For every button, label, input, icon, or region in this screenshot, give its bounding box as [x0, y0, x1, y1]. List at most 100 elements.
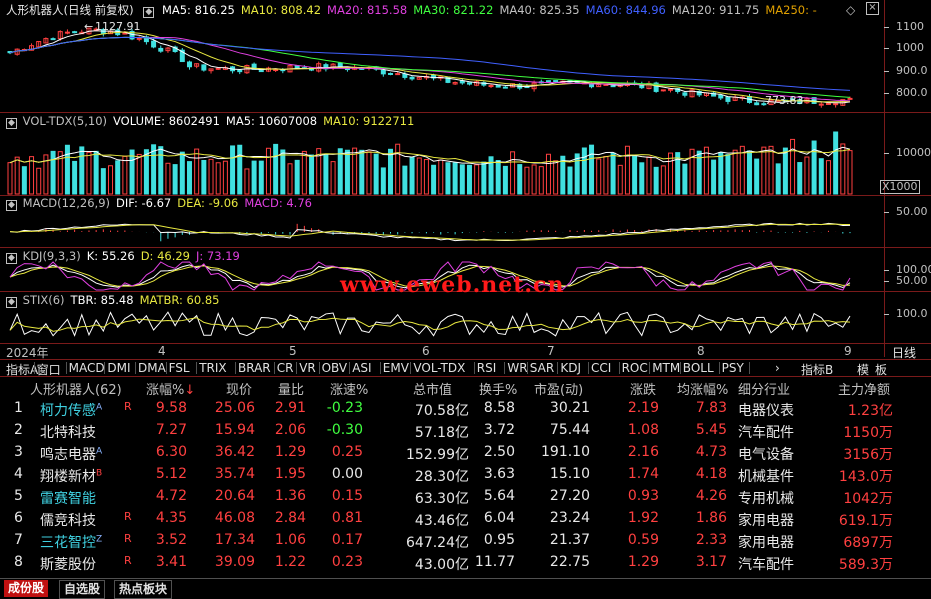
industry: 机械基件	[738, 469, 794, 485]
volume-bar	[215, 162, 221, 195]
toolbar-separator	[379, 362, 381, 374]
row-index: 5	[14, 488, 23, 504]
candle-body	[833, 103, 839, 106]
volume-bar	[531, 164, 537, 195]
price: 39.09	[214, 554, 255, 570]
indicator-tab[interactable]: FSL	[169, 361, 190, 375]
table-row[interactable]: 3 鸣志电器A 6.30 36.42 1.29 0.25 152.99亿 2.50 191.10…	[0, 442, 931, 463]
indicator-tab[interactable]: SAR	[530, 361, 554, 375]
indicator-tab[interactable]: ASI	[352, 361, 371, 375]
col-header-speed[interactable]: 涨速%	[330, 379, 368, 398]
watermark: www.eweb.net.cn	[340, 272, 565, 298]
toolbar-separator	[135, 362, 136, 374]
col-header-volume-ratio[interactable]: 量比	[278, 379, 304, 398]
pe-ratio: 75.44	[549, 422, 590, 438]
main-net-flow: 589.3万	[838, 557, 893, 573]
volume-bar	[818, 158, 824, 195]
col-header-avg[interactable]: 均涨幅%	[677, 379, 728, 398]
pe-ratio: 15.10	[549, 466, 590, 482]
table-row[interactable]: 8 斯菱股份 R 3.41 39.09 1.22 0.23 43.00亿 11.77 22.75 1…	[0, 552, 931, 573]
indicator-tab[interactable]: CCI	[591, 361, 611, 375]
bottom-tab[interactable]: 自选股	[59, 580, 106, 599]
scroll-right-icon[interactable]: ›	[775, 361, 780, 375]
table-row[interactable]: 4 翔楼新材B 5.12 35.74 1.95 0.00 28.30亿 3.63 15.10 1.…	[0, 464, 931, 485]
bottom-tab[interactable]: 热点板块	[114, 580, 173, 599]
toolbar-separator	[296, 362, 298, 374]
table-row[interactable]: 1 柯力传感A R 9.58 25.06 2.91 -0.23 70.58亿 8.58 30.21…	[0, 398, 931, 419]
table-row[interactable]: 2 北特科技 7.27 15.94 2.06 -0.30 57.18亿 3.72 75.44 1.…	[0, 420, 931, 441]
volume-bar	[64, 144, 70, 195]
indicator-tab[interactable]: OBV	[322, 361, 348, 375]
indicator-tab[interactable]: VR	[299, 361, 316, 375]
indicator-tab[interactable]: RSI	[477, 361, 497, 375]
col-header-mcap[interactable]: 总市值	[413, 379, 452, 398]
volume-bar	[273, 143, 279, 195]
col-header-change[interactable]: 涨幅%↓	[146, 379, 195, 398]
indicator-tab[interactable]: ROC	[622, 361, 648, 375]
macd-label: DIF: -6.67	[116, 196, 172, 210]
candle-body	[502, 86, 508, 89]
indicator-tab[interactable]: 窗口	[37, 361, 61, 378]
volume-bar	[438, 159, 444, 195]
volume-bar	[804, 156, 810, 195]
indicator-tab[interactable]: KDJ	[560, 361, 581, 375]
margin-flag: R	[124, 400, 132, 413]
price-tick: 1100	[896, 20, 924, 33]
col-header-turnover[interactable]: 换手%	[479, 379, 517, 398]
industry: 家用电器	[738, 535, 794, 551]
table-row[interactable]: 6 儒竞科技 R 4.35 46.08 2.84 0.81 43.46亿 6.04 23.24 1.…	[0, 508, 931, 529]
volume-bar	[309, 154, 315, 195]
indicator-tab[interactable]: DMA	[138, 361, 166, 375]
toolbar-separator	[588, 362, 589, 374]
col-header-pe[interactable]: 市盈(动)	[534, 379, 583, 398]
maximize-icon[interactable]: ×	[866, 2, 879, 15]
indicator-right-tab[interactable]: 指标B	[801, 361, 833, 378]
vol-pane-header: ◆ VOL-TDX(5,10) VOLUME: 8602491 MA5: 10607…	[6, 114, 426, 129]
indicator-right-tab[interactable]: 模	[857, 361, 869, 378]
indicator-tab[interactable]: WR	[507, 361, 527, 375]
indicator-tab[interactable]: EMV	[383, 361, 409, 375]
col-header-diff[interactable]: 涨跌	[630, 379, 656, 398]
indicator-tab[interactable]: MTM	[652, 361, 680, 375]
col-header-price[interactable]: 现价	[226, 379, 252, 398]
macd-legend: MACD(12,26,9) DIF: -6.67 DEA: -9.06 MACD: 4…	[23, 196, 318, 210]
price-tick: 800.0	[896, 86, 928, 99]
indicator-tab[interactable]: BOLL	[683, 361, 714, 375]
col-header-net[interactable]: 主力净额	[838, 379, 890, 398]
volume-bar	[711, 159, 717, 195]
market-cap: 63.30亿	[414, 491, 469, 507]
ma-label: MA10: 808.42	[240, 3, 322, 17]
indicator-tab[interactable]: CR	[277, 361, 294, 375]
indicator-tab[interactable]: VOL-TDX	[413, 361, 465, 375]
main-net-flow: 1.23亿	[847, 403, 893, 419]
turnover: 2.50	[483, 444, 515, 460]
volume-bar	[739, 145, 745, 195]
month-label: 8	[697, 344, 705, 358]
volume-bar	[732, 149, 738, 195]
change-pct: 3.41	[155, 554, 187, 570]
row-index: 6	[14, 510, 23, 526]
volume-bar	[416, 157, 422, 195]
indicator-right-tab[interactable]: 板	[875, 361, 887, 378]
price: 20.64	[214, 488, 255, 504]
volume-bar	[36, 167, 42, 195]
diamond-icon[interactable]: ◇	[846, 3, 855, 17]
ma-label: MA40: 825.35	[499, 3, 580, 17]
candle-body	[466, 82, 472, 85]
volume-ma-line	[9, 148, 851, 164]
avg-change: 4.26	[695, 488, 727, 504]
col-header-name[interactable]: 人形机器人(62)	[30, 379, 122, 398]
indicator-tab[interactable]: MACD	[69, 361, 105, 375]
table-row[interactable]: 7 三花智控Z R 3.52 17.34 1.06 0.17 647.24亿 0.95 21.37…	[0, 530, 931, 551]
indicator-tab[interactable]: TRIX	[199, 361, 226, 375]
indicator-tab[interactable]: PSY	[722, 361, 744, 375]
bottom-tab[interactable]: 成份股	[4, 580, 49, 597]
volume-bar	[79, 146, 85, 195]
volume-bar	[811, 140, 817, 195]
indicator-tab[interactable]: DMI	[107, 361, 130, 375]
volume-bar	[344, 149, 350, 195]
indicator-tab[interactable]: BRAR	[238, 361, 271, 375]
ma-label: MA120: 911.75	[671, 3, 760, 17]
table-row[interactable]: 5 雷赛智能 4.72 20.64 1.36 0.15 63.30亿 5.64 27.20 0.9…	[0, 486, 931, 507]
col-header-industry[interactable]: 细分行业	[738, 379, 790, 398]
